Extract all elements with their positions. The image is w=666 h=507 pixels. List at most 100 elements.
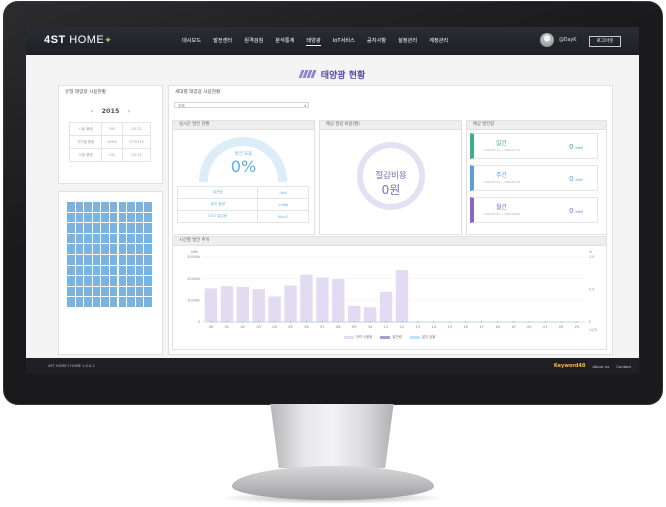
- solar-panel-cell[interactable]: [92, 223, 101, 233]
- solar-panel-cell[interactable]: [135, 212, 144, 223]
- solar-panel-cell[interactable]: [92, 265, 101, 276]
- logout-button[interactable]: 로그아웃: [589, 36, 621, 47]
- solar-panel-cell[interactable]: [84, 212, 92, 223]
- solar-panel-cell[interactable]: [135, 276, 144, 286]
- solar-panel-cell[interactable]: [67, 212, 75, 223]
- solar-panel-cell[interactable]: [75, 202, 84, 212]
- solar-panel-cell[interactable]: [144, 202, 152, 212]
- solar-panel-cell[interactable]: [144, 223, 152, 233]
- solar-panel-cell[interactable]: [135, 223, 144, 233]
- solar-panel-cell[interactable]: [118, 276, 127, 286]
- menu-analytics[interactable]: 분석통계: [275, 37, 294, 46]
- solar-panel-cell[interactable]: [84, 276, 92, 286]
- solar-panel-cell[interactable]: [84, 223, 92, 233]
- solar-panel-cell[interactable]: [135, 244, 144, 254]
- solar-panel-cell[interactable]: [118, 233, 127, 244]
- solar-panel-cell[interactable]: [67, 297, 75, 307]
- solar-panel-cell[interactable]: [101, 202, 109, 212]
- solar-panel-cell[interactable]: [109, 286, 118, 297]
- solar-panel-cell[interactable]: [144, 286, 152, 297]
- solar-panel-cell[interactable]: [118, 265, 127, 276]
- solar-panel-cell[interactable]: [75, 265, 84, 276]
- solar-panel-cell[interactable]: [92, 202, 101, 212]
- solar-panel-cell[interactable]: [144, 265, 152, 276]
- solar-panel-cell[interactable]: [67, 202, 75, 212]
- solar-panel-cell[interactable]: [75, 297, 84, 307]
- solar-panel-cell[interactable]: [67, 223, 75, 233]
- menu-power-center[interactable]: 발전센터: [213, 37, 232, 46]
- solar-panel-cell[interactable]: [92, 212, 101, 223]
- solar-panel-cell[interactable]: [135, 233, 144, 244]
- solar-panel-cell[interactable]: [84, 233, 92, 244]
- menu-dashboard[interactable]: 대시보드: [182, 37, 201, 46]
- solar-panel-cell[interactable]: [92, 233, 101, 244]
- solar-panel-cell[interactable]: [118, 212, 127, 223]
- solar-panel-cell[interactable]: [144, 297, 152, 307]
- solar-panel-cell[interactable]: [127, 223, 135, 233]
- solar-panel-cell[interactable]: [144, 254, 152, 265]
- solar-panel-cell[interactable]: [109, 244, 118, 254]
- solar-panel-cell[interactable]: [75, 212, 84, 223]
- solar-panel-cell[interactable]: [127, 244, 135, 254]
- solar-panel-cell[interactable]: [118, 202, 127, 212]
- solar-panel-cell[interactable]: [109, 202, 118, 212]
- legend-efficiency[interactable]: 발전 효율: [409, 334, 435, 339]
- solar-panel-cell[interactable]: [67, 254, 75, 265]
- solar-panel-cell[interactable]: [92, 254, 101, 265]
- solar-panel-cell[interactable]: [144, 244, 152, 254]
- solar-panel-cell[interactable]: [127, 233, 135, 244]
- solar-panel-cell[interactable]: [101, 254, 109, 265]
- about-link[interactable]: About us: [592, 364, 609, 369]
- solar-panel-cell[interactable]: [118, 254, 127, 265]
- solar-panel-cell[interactable]: [109, 265, 118, 276]
- menu-iot[interactable]: IoT서비스: [333, 37, 355, 46]
- solar-panel-cell[interactable]: [101, 223, 109, 233]
- solar-panel-cell[interactable]: [92, 244, 101, 254]
- solar-panel-cell[interactable]: [118, 223, 127, 233]
- menu-solar[interactable]: 태양광: [306, 37, 321, 46]
- solar-panel-cell[interactable]: [101, 244, 109, 254]
- solar-panel-cell[interactable]: [67, 233, 75, 244]
- avatar[interactable]: [540, 33, 554, 47]
- solar-panel-cell[interactable]: [109, 297, 118, 307]
- solar-panel-cell[interactable]: [135, 297, 144, 307]
- solar-panel-cell[interactable]: [127, 202, 135, 212]
- solar-panel-cell[interactable]: [67, 244, 75, 254]
- solar-panel-cell[interactable]: [75, 254, 84, 265]
- solar-panel-cell[interactable]: [127, 265, 135, 276]
- solar-panel-cell[interactable]: [84, 244, 92, 254]
- solar-panel-cell[interactable]: [135, 254, 144, 265]
- solar-panel-cell[interactable]: [75, 286, 84, 297]
- solar-panel-cell[interactable]: [127, 297, 135, 307]
- legend-usage[interactable]: 전력 사용량: [343, 334, 372, 339]
- solar-panel-cell[interactable]: [109, 233, 118, 244]
- solar-panel-cell[interactable]: [135, 202, 144, 212]
- menu-account[interactable]: 계정관리: [429, 37, 448, 46]
- solar-panel-cell[interactable]: [84, 265, 92, 276]
- solar-panel-cell[interactable]: [118, 244, 127, 254]
- solar-panel-cell[interactable]: [92, 297, 101, 307]
- solar-panel-cell[interactable]: [75, 233, 84, 244]
- solar-panel-cell[interactable]: [75, 244, 84, 254]
- solar-panel-cell[interactable]: [127, 276, 135, 286]
- solar-panel-cell[interactable]: [101, 276, 109, 286]
- logo[interactable]: 4ST HOME✦: [44, 34, 112, 46]
- solar-panel-cell[interactable]: [75, 223, 84, 233]
- solar-panel-cell[interactable]: [135, 286, 144, 297]
- solar-panel-cell[interactable]: [84, 254, 92, 265]
- solar-panel-cell[interactable]: [75, 276, 84, 286]
- legend-generation[interactable]: 발전량: [380, 334, 402, 339]
- solar-panel-cell[interactable]: [109, 254, 118, 265]
- solar-panel-cell[interactable]: [101, 212, 109, 223]
- solar-panel-cell[interactable]: [135, 265, 144, 276]
- solar-panel-cell[interactable]: [101, 233, 109, 244]
- solar-panel-cell[interactable]: [92, 286, 101, 297]
- contact-link[interactable]: Contact: [616, 364, 631, 369]
- solar-panel-cell[interactable]: [67, 265, 75, 276]
- solar-panel-cell[interactable]: [118, 286, 127, 297]
- solar-panel-cell[interactable]: [101, 297, 109, 307]
- menu-notice[interactable]: 공지사항: [367, 37, 386, 46]
- next-year-icon[interactable]: ›: [128, 107, 131, 115]
- solar-panel-cell[interactable]: [84, 202, 92, 212]
- solar-panel-cell[interactable]: [67, 286, 75, 297]
